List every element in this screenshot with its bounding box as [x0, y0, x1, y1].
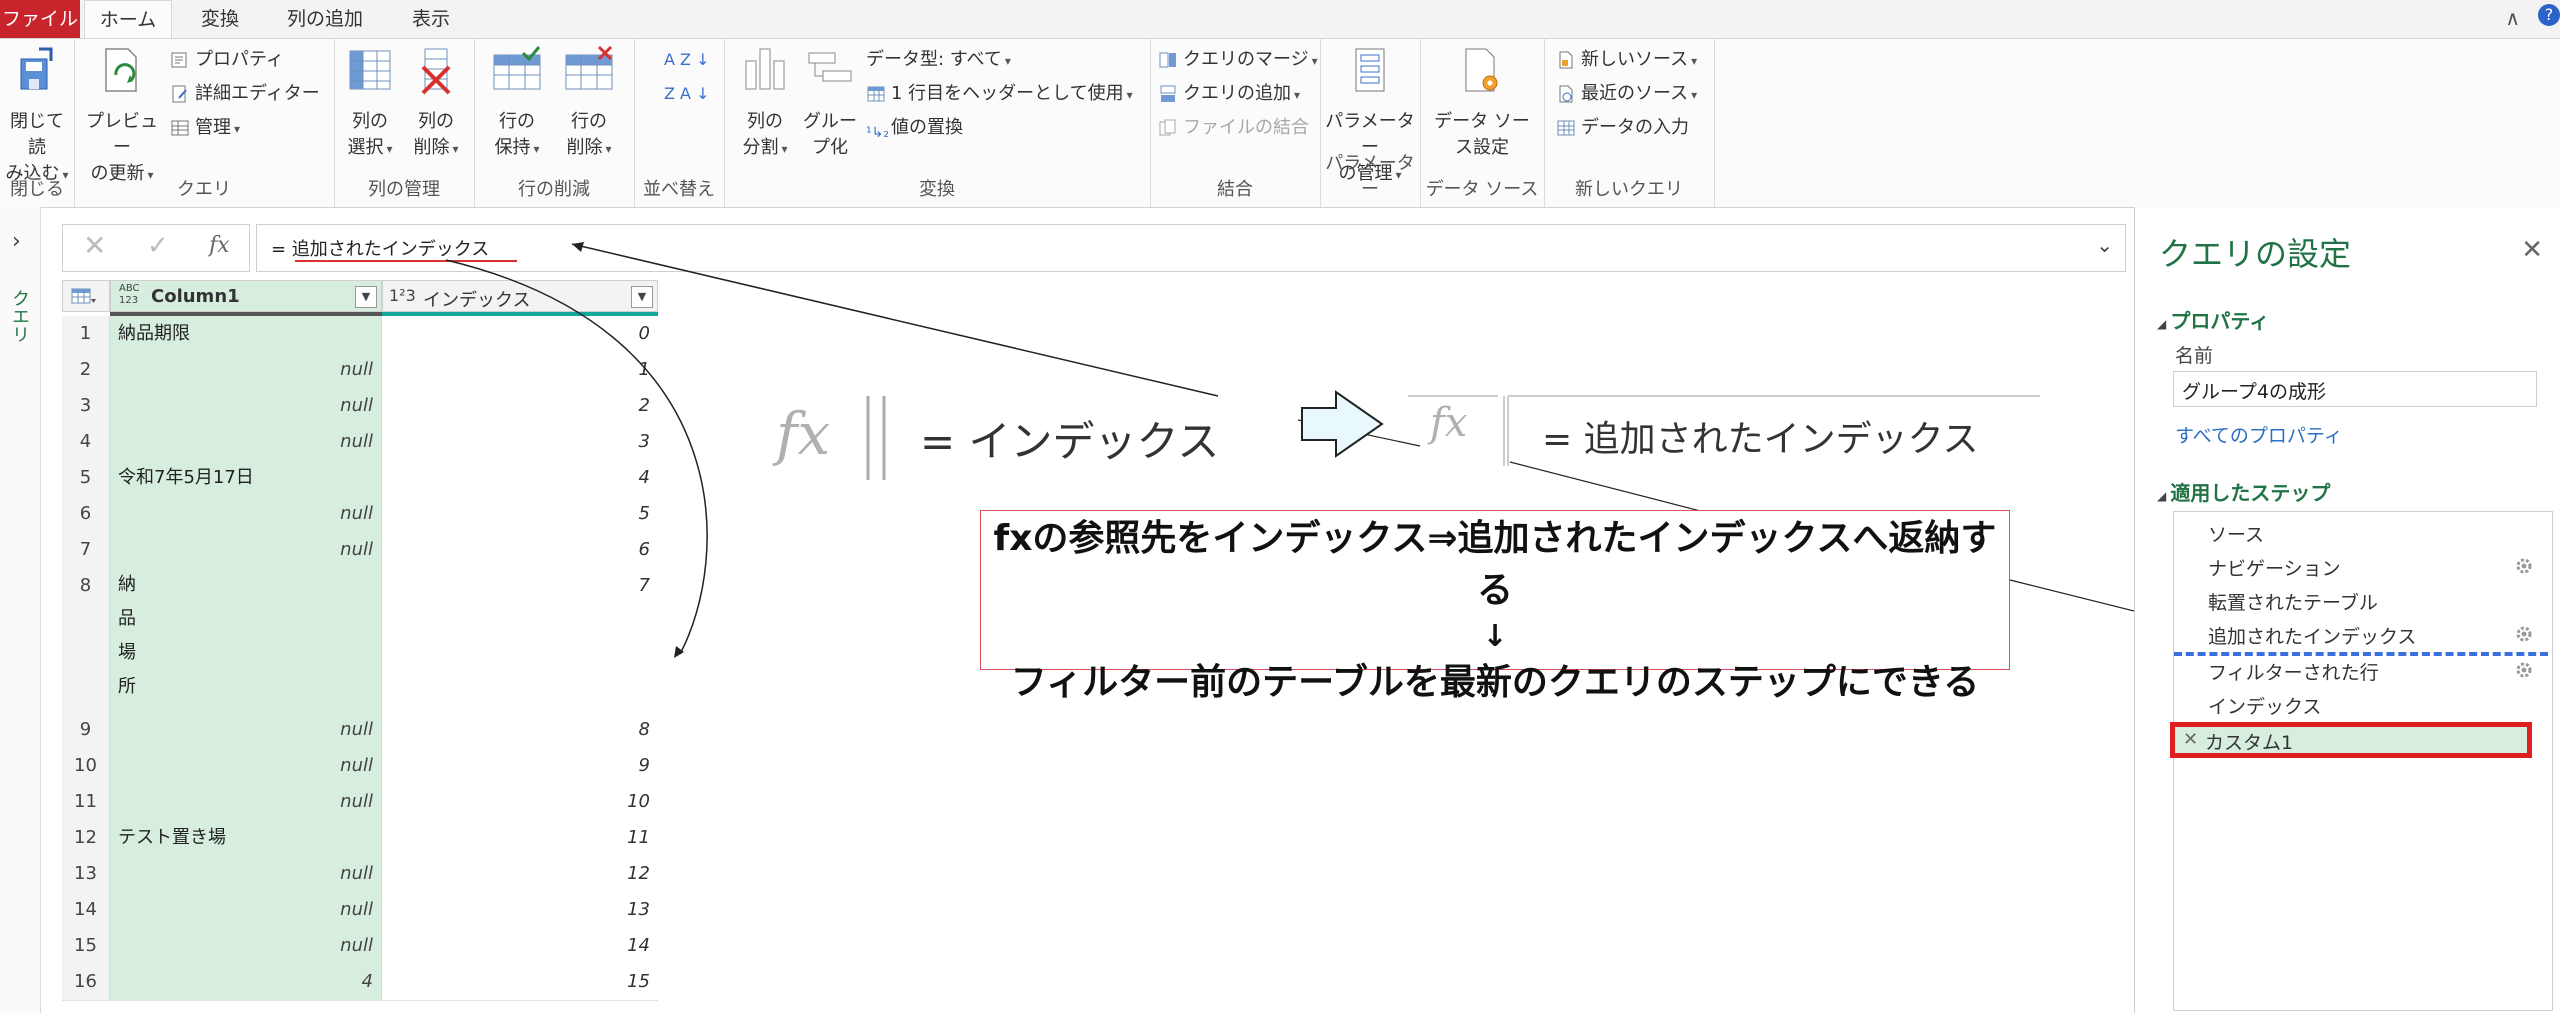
callout-line-2: ↓	[1482, 619, 1508, 654]
query-settings-title: クエリの設定	[2159, 235, 2352, 273]
annotation-callout: fxの参照先をインデックス⇒追加されたインデックスへ返納する ↓ フィルター前の…	[980, 510, 2010, 703]
step-transposed-table[interactable]: 転置されたテーブル	[2208, 588, 2378, 615]
after-formula-text: = 追加されたインデックス	[1542, 419, 1979, 460]
step-insertion-marker	[2174, 652, 2548, 656]
delete-step-icon[interactable]: ✕	[2183, 729, 2198, 750]
step-filtered-rows-gear-icon[interactable]	[2514, 660, 2534, 680]
step-source[interactable]: ソース	[2208, 520, 2264, 547]
properties-section-header[interactable]: ◢ プロパティ	[2157, 305, 2269, 334]
close-pane-icon[interactable]: ✕	[2521, 235, 2543, 265]
applied-steps-list: ソース ナビゲーション 転置されたテーブル 追加されたインデックス フィルターさ…	[2170, 511, 2553, 1011]
step-added-index[interactable]: 追加されたインデックス	[2208, 622, 2416, 649]
properties-header-label: プロパティ	[2170, 309, 2270, 333]
step-index[interactable]: インデックス	[2208, 692, 2321, 719]
annotation-line-formula	[571, 243, 1219, 397]
annotation-arrowhead-formula	[572, 242, 584, 252]
before-formula-text: = インデックス	[920, 417, 1220, 466]
callout-line-3: フィルター前のテーブルを最新のクエリのステップにできる	[1010, 662, 1980, 703]
name-label: 名前	[2175, 345, 2214, 367]
before-fx-icon: fx	[776, 400, 831, 468]
annotation-line-callout	[1509, 461, 1713, 515]
step-custom1-label: カスタム1	[2205, 732, 2294, 754]
step-custom1-selected[interactable]: ✕ カスタム1	[2170, 722, 2532, 758]
applied-steps-header[interactable]: ◢ 適用したステップ	[2157, 477, 2330, 506]
step-filtered-rows[interactable]: フィルターされた行	[2208, 658, 2379, 685]
step-navigation[interactable]: ナビゲーション	[2208, 554, 2341, 581]
applied-steps-header-label: 適用したステップ	[2170, 481, 2331, 505]
query-name-input[interactable]: グループ4の成形	[2173, 371, 2537, 407]
step-added-index-gear-icon[interactable]	[2514, 624, 2534, 644]
all-properties-link[interactable]: すべてのプロパティ	[2175, 421, 2343, 448]
callout-line-1: fxの参照先をインデックス⇒追加されたインデックスへ返納する	[993, 518, 1997, 611]
after-fx-icon: fx	[1430, 400, 1468, 446]
annotation-curve-arrow	[445, 259, 708, 655]
step-navigation-gear-icon[interactable]	[2514, 556, 2534, 576]
annotation-big-arrow	[1301, 390, 1384, 458]
query-settings-pane: クエリの設定 ✕ ◢ プロパティ 名前 グループ4の成形 すべてのプロパティ ◢…	[2134, 207, 2560, 1013]
